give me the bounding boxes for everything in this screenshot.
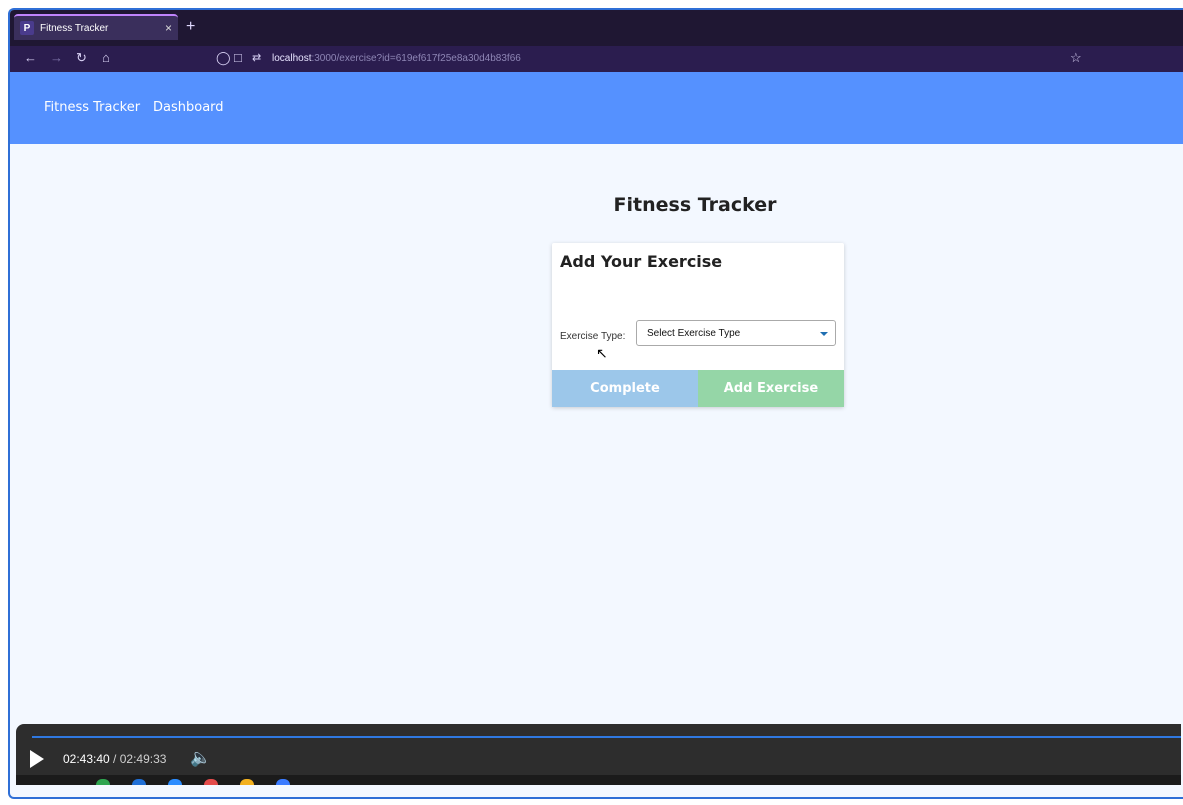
exercise-type-value: Select Exercise Type <box>647 328 741 339</box>
vscode-icon[interactable] <box>132 779 146 785</box>
page-icon[interactable]: □ <box>234 50 242 65</box>
back-arrow-icon[interactable]: ← <box>24 50 37 65</box>
app-navbar: Fitness Tracker Dashboard <box>10 72 1183 144</box>
exercise-card: Add Your Exercise Exercise Type: Select … <box>552 243 844 407</box>
taskbar <box>16 775 1181 785</box>
url-path: :3000/exercise?id=619ef617f25e8a30d4b83f… <box>311 53 521 64</box>
complete-button[interactable]: Complete <box>552 370 698 407</box>
spotify-icon[interactable] <box>96 779 110 785</box>
time-separator: / <box>109 752 120 766</box>
bookmark-star-icon[interactable]: ☆ <box>1070 50 1082 66</box>
exercise-type-select[interactable]: Select Exercise Type <box>636 320 836 346</box>
browser-taskbar-icon[interactable] <box>168 779 182 785</box>
dashboard-link[interactable]: Dashboard <box>153 100 224 115</box>
exercise-type-label: Exercise Type: <box>560 331 626 342</box>
close-tab-icon[interactable]: × <box>165 21 172 35</box>
browser-toolbar: ← → ↻ ⌂ ◯ □ ⇄ localhost:3000/exercise?id… <box>10 46 1183 72</box>
chevron-down-icon <box>820 332 828 336</box>
shield-icon[interactable]: ◯ <box>216 50 231 66</box>
permissions-icon[interactable]: ⇄ <box>252 51 261 64</box>
volume-icon[interactable]: 🔈 <box>190 748 211 768</box>
tab-title: Fitness Tracker <box>40 22 109 34</box>
new-tab-button[interactable]: + <box>186 18 195 36</box>
card-title: Add Your Exercise <box>560 252 723 271</box>
forward-arrow-icon[interactable]: → <box>50 50 63 65</box>
brand-link[interactable]: Fitness Tracker <box>44 100 140 115</box>
chrome-icon[interactable] <box>204 779 218 785</box>
total-time: 02:49:33 <box>119 752 167 766</box>
video-time: 02:43:40 / 02:49:33 <box>63 752 166 766</box>
mouse-cursor-icon: ↖ <box>596 345 608 361</box>
page-title: Fitness Tracker <box>613 194 777 216</box>
video-progress-bar[interactable] <box>32 736 1181 738</box>
folder-icon[interactable] <box>240 779 254 785</box>
url-host: localhost <box>272 53 312 64</box>
current-time: 02:43:40 <box>63 752 110 766</box>
play-icon[interactable] <box>30 750 44 768</box>
tab-bar: P Fitness Tracker × + <box>10 10 1183 46</box>
home-icon[interactable]: ⌂ <box>102 50 110 65</box>
app-taskbar-icon[interactable] <box>276 779 290 785</box>
browser-tab[interactable]: P Fitness Tracker × <box>14 14 178 40</box>
reload-icon[interactable]: ↻ <box>76 50 87 66</box>
favicon-icon: P <box>20 21 34 35</box>
add-exercise-button[interactable]: Add Exercise <box>698 370 844 407</box>
address-bar[interactable]: localhost:3000/exercise?id=619ef617f25e8… <box>272 53 521 64</box>
